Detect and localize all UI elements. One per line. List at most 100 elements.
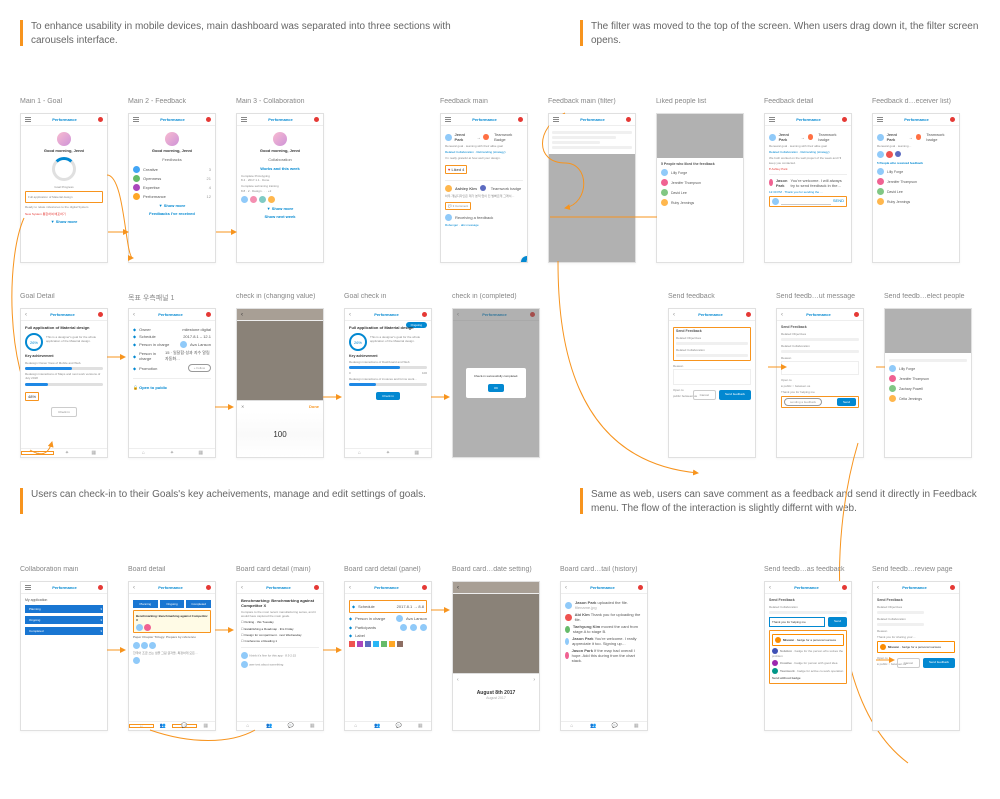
field-input[interactable] — [769, 611, 847, 614]
open-public-toggle[interactable]: 🔓 Open to public — [133, 385, 211, 390]
back-icon[interactable]: ‹ — [349, 312, 351, 318]
notification-badge[interactable] — [314, 117, 319, 122]
checklist-item[interactable]: ☐ Conference и Reading 1 — [241, 639, 319, 643]
person-row[interactable]: Ruby Jennings — [877, 198, 955, 205]
home-tab-icon[interactable]: ⌂ — [21, 451, 54, 455]
stage-planning[interactable]: Planning3 — [25, 605, 103, 613]
feedback-comment[interactable]: Receiving a feedback — [445, 214, 523, 221]
notification-badge[interactable] — [314, 585, 319, 590]
dialog-ok-button[interactable]: OK — [488, 384, 504, 392]
field-input[interactable] — [676, 354, 748, 357]
badge-creative[interactable]: Creative · badge for person with good id… — [772, 660, 844, 666]
person-row[interactable]: Zachary Powell — [889, 385, 967, 392]
picker-cancel[interactable]: ✕ — [241, 404, 244, 409]
menu-icon[interactable] — [25, 585, 31, 590]
menu-icon[interactable] — [25, 117, 31, 122]
show-next-link[interactable]: Show next week — [241, 214, 319, 219]
show-more-link[interactable]: ▼ Show more — [25, 219, 103, 224]
open-to-options[interactable]: ● public ○ between us — [781, 384, 859, 388]
no-badge-option[interactable]: Send without badge — [772, 676, 844, 680]
card-item[interactable]: Paper Chapter Trilogy: Prepare by refere… — [133, 635, 211, 639]
back-icon[interactable]: ‹ — [877, 585, 879, 591]
comment-row[interactable]: Jason Park You're welcome. I will always… — [769, 178, 847, 188]
person-row[interactable]: Jennifer Thompson — [661, 179, 739, 186]
comment-tab-icon[interactable]: 💬 — [172, 724, 197, 728]
menu-icon[interactable] — [445, 117, 451, 122]
notification-badge[interactable] — [518, 117, 523, 122]
detail-link[interactable]: Related Collaboration · Rebranding (stra… — [769, 150, 847, 154]
task-item[interactable]: Complete swimming training8.8 · 2 · Desi… — [241, 184, 319, 192]
field-input[interactable] — [781, 350, 859, 353]
message-input[interactable]: Thank you for helping me — [769, 617, 825, 627]
notification-badge[interactable] — [950, 117, 955, 122]
show-more-link[interactable]: ▼ Show more — [241, 206, 319, 211]
menu-icon[interactable] — [133, 117, 139, 122]
achievement-item[interactable]: Redesign interactions of Maps and next w… — [25, 372, 103, 380]
notification-badge[interactable] — [422, 312, 427, 317]
feedback-item-2[interactable]: Ashley Kim Teamwork badge — [445, 185, 523, 192]
notification-badge[interactable] — [854, 312, 859, 317]
comment-preview[interactable]: user text about something — [241, 661, 319, 668]
filter-option[interactable] — [552, 136, 616, 139]
notification-badge[interactable] — [422, 585, 427, 590]
filter-option[interactable] — [552, 131, 632, 134]
person-row[interactable]: Jennifer Thompson — [889, 375, 967, 382]
filter-option[interactable] — [552, 146, 632, 149]
color-swatches[interactable] — [349, 641, 427, 647]
panel-row[interactable]: ◆ Label — [349, 633, 427, 638]
radio-public[interactable]: public — [673, 394, 681, 398]
follow-button[interactable]: + Follow — [188, 364, 211, 372]
panel-row[interactable]: ◆ Participants — [349, 624, 427, 631]
recipient-chips[interactable] — [877, 151, 955, 158]
notification-badge[interactable] — [530, 312, 535, 317]
works-link[interactable]: Works and this week — [241, 166, 319, 171]
back-icon[interactable]: ‹ — [241, 585, 243, 591]
highlighted-goal-item[interactable]: Full application of Material design — [25, 191, 103, 203]
goal-item-urgent[interactable]: New System 통합하여 배포하기 — [25, 212, 103, 216]
field-input[interactable] — [676, 342, 748, 345]
person-row[interactable]: Lilly Forge — [661, 169, 739, 176]
date-picker-panel[interactable]: ‹ › August 8th 2017 August 2017 — [453, 673, 539, 730]
back-icon[interactable]: ‹ — [673, 312, 675, 318]
fab-add[interactable]: + — [521, 256, 528, 263]
panel-row[interactable]: ◆ Promotion + Follow — [133, 364, 211, 372]
panel-row[interactable]: ◆ Schedule 2017.8.1 – 12.1 — [133, 334, 211, 339]
badge-solution[interactable]: Solution · badge for the person who solv… — [772, 648, 844, 658]
feedback-category[interactable]: Expertise4 — [133, 184, 211, 191]
feedback-link[interactable]: Related Collaboration · Rebranding (stra… — [445, 150, 523, 154]
person-row[interactable]: Jennifer Thompson — [877, 178, 955, 185]
feedback-category[interactable]: Openness21 — [133, 175, 211, 182]
like-indicator[interactable]: ♥ Ashley Park — [769, 167, 847, 171]
field-input[interactable] — [781, 338, 859, 341]
send-button[interactable]: Send feedback — [719, 390, 751, 400]
notification-badge[interactable] — [842, 585, 847, 590]
menu-icon[interactable] — [241, 117, 247, 122]
back-icon[interactable]: ‹ — [781, 312, 783, 318]
feedback-link[interactable]: Rubenger · abc.message — [445, 223, 523, 227]
people-tab-icon[interactable]: 👥 — [154, 722, 173, 730]
reason-textarea[interactable] — [781, 361, 859, 375]
highlighted-action-bar[interactable]: SEND — [769, 196, 847, 207]
highlighted-send-area[interactable]: sending a feedback Send — [781, 396, 859, 408]
panel-row[interactable]: ◆ Person in charge 15 · 일달합·성과 지수 알림 자동화… — [133, 350, 211, 362]
person-row[interactable]: Celia Jennings — [889, 395, 967, 402]
goal-item[interactable]: Ready to relate milestones to the digita… — [25, 205, 103, 209]
feedback-category[interactable]: Performance12 — [133, 193, 211, 200]
feedback-category[interactable]: Creative3 — [133, 166, 211, 173]
show-more-link[interactable]: ▼ Show more — [133, 203, 211, 208]
card-item[interactable]: 한국어 조금 쓰는 샘플 그림 글자들, 특정하게 모든… — [133, 651, 211, 655]
tab-completed[interactable]: Completed — [186, 600, 211, 608]
notification-badge[interactable] — [206, 585, 211, 590]
badge-mission[interactable]: Mission · badge for a personal success — [772, 634, 844, 646]
notification-badge[interactable] — [746, 312, 751, 317]
checkin-button[interactable]: Check in — [51, 407, 77, 417]
comment-count[interactable]: 💬 3 Comment — [445, 202, 471, 210]
highlighted-card[interactable]: Benchmarking: Benchmarking against Compe… — [133, 610, 211, 633]
user-avatar[interactable] — [165, 132, 179, 146]
tab-planning[interactable]: Planning — [133, 600, 158, 608]
send-button[interactable]: Send — [837, 398, 856, 406]
date-next[interactable]: › — [533, 677, 535, 683]
bottom-nav[interactable]: ⌂👥💬▦ — [345, 721, 431, 730]
back-icon[interactable]: ‹ — [769, 585, 771, 591]
notification-badge[interactable] — [842, 117, 847, 122]
